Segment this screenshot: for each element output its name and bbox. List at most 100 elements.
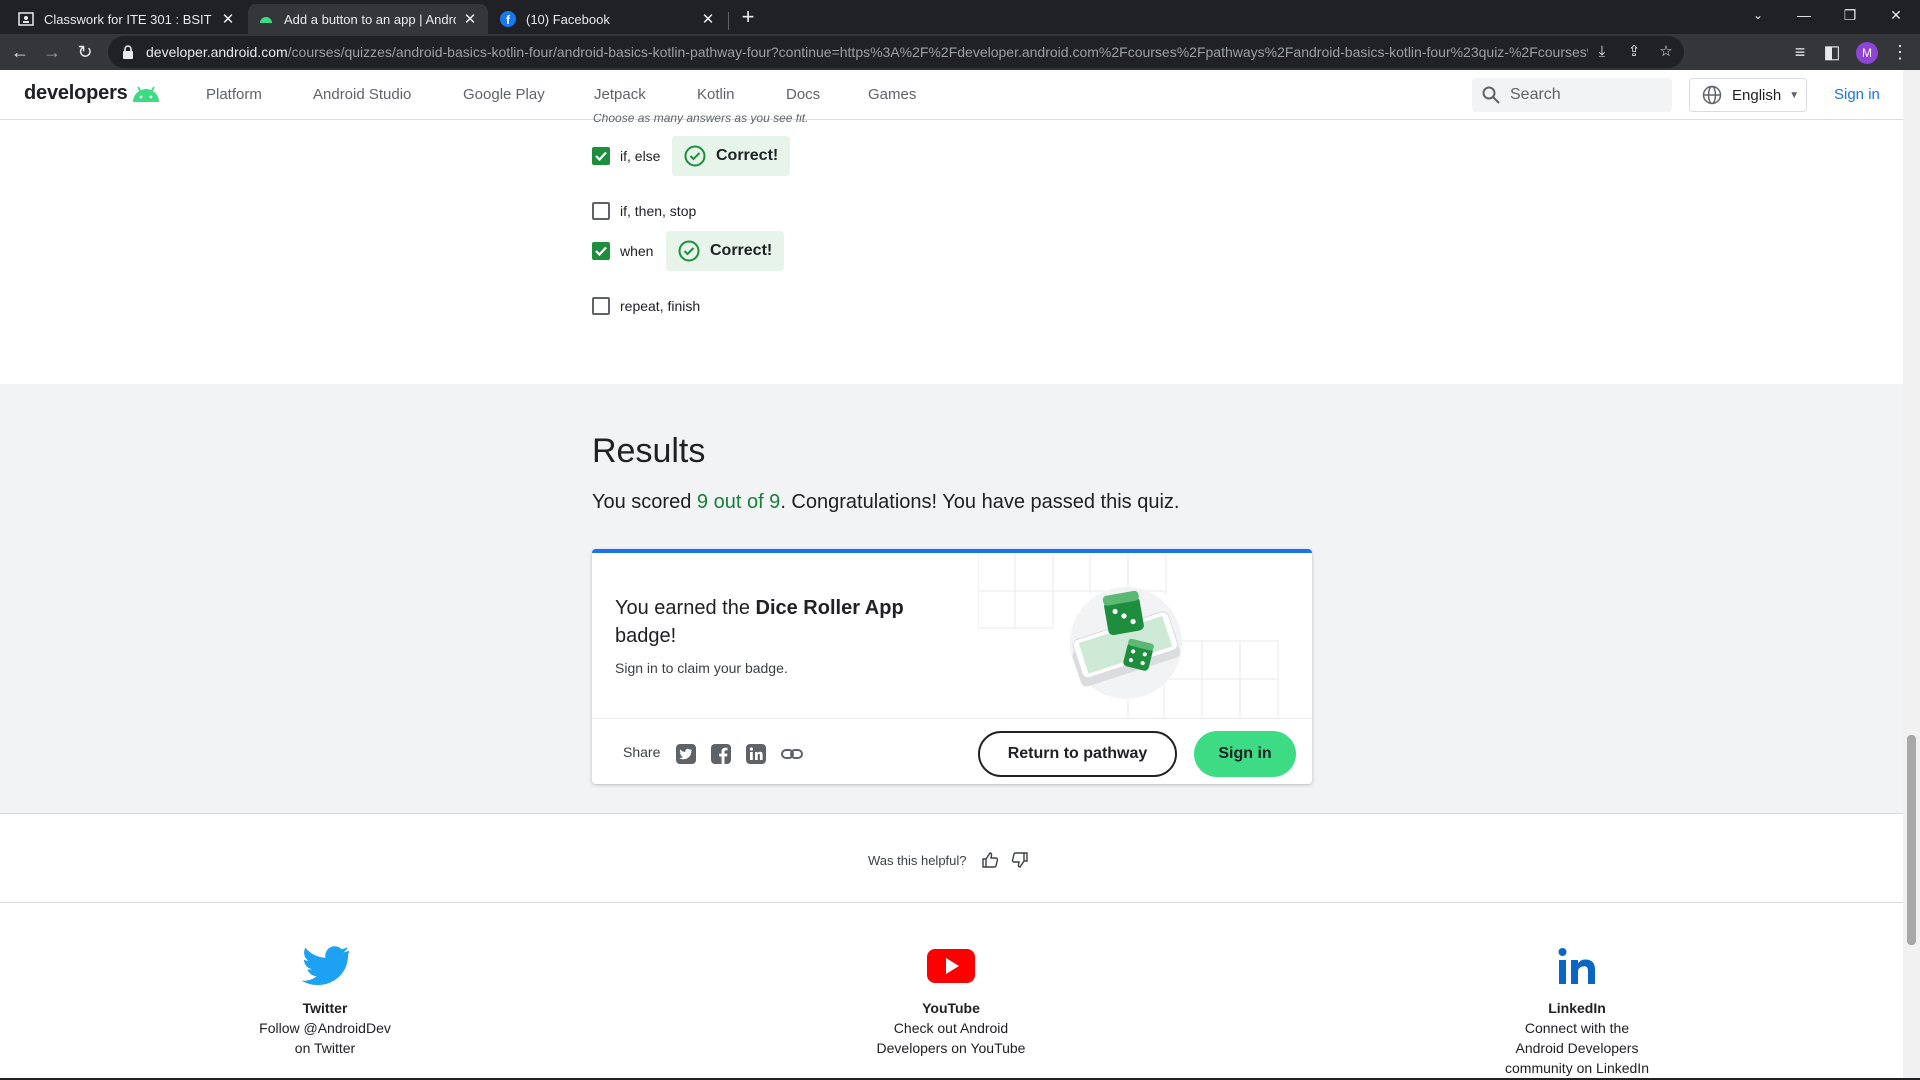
answer-option[interactable]: when: [592, 242, 653, 260]
card-divider: [592, 718, 1312, 719]
bookmark-star-icon[interactable]: ☆: [1652, 38, 1680, 66]
close-tab-icon[interactable]: ✕: [700, 10, 716, 28]
back-icon[interactable]: ←: [8, 40, 32, 64]
checkbox-unchecked[interactable]: [592, 202, 610, 220]
sign-in-button[interactable]: Sign in: [1194, 731, 1296, 777]
browser-tab-android[interactable]: Add a button to an app | Andro ✕: [248, 4, 488, 34]
badge-suffix: badge!: [615, 625, 677, 647]
dropdown-arrow-icon: ▼: [1789, 89, 1800, 101]
close-tab-icon[interactable]: ✕: [220, 10, 236, 28]
answer-label: if, else: [620, 148, 661, 164]
answer-label: if, then, stop: [620, 203, 697, 219]
share-label: Share: [623, 744, 661, 760]
check-circle-icon: [678, 240, 700, 262]
url-text[interactable]: developer.android.com/courses/quizzes/an…: [146, 44, 1588, 60]
answer-label: when: [620, 243, 654, 259]
tab-separator: [728, 12, 729, 30]
reload-icon[interactable]: ↻: [73, 40, 97, 64]
helpful-feedback: Was this helpful?: [868, 851, 1029, 869]
side-panel-icon[interactable]: ◧: [1820, 40, 1844, 64]
nav-platform[interactable]: Platform: [206, 86, 262, 103]
social-name: Twitter: [302, 1000, 348, 1016]
thumbs-up-icon[interactable]: [981, 851, 999, 869]
browser-tabstrip: Classwork for ITE 301 : BSIT 3-3 I ✕ Add…: [0, 0, 1920, 34]
correct-feedback: Correct!: [672, 136, 791, 176]
android-icon: [260, 17, 272, 23]
share-page-icon[interactable]: ⇪: [1620, 38, 1648, 66]
restore-icon[interactable]: ❐: [1827, 0, 1873, 30]
nav-docs[interactable]: Docs: [786, 86, 820, 103]
header-sign-in-link[interactable]: Sign in: [1834, 86, 1880, 103]
install-app-icon[interactable]: ⤓: [1588, 38, 1616, 66]
footer-linkedin[interactable]: LinkedIn Connect with the Android Develo…: [1467, 944, 1687, 1078]
logo-text: developers: [24, 82, 128, 104]
return-to-pathway-button[interactable]: Return to pathway: [978, 731, 1177, 777]
reading-list-icon[interactable]: ≡: [1788, 40, 1812, 64]
facebook-share-icon[interactable]: [710, 743, 732, 765]
language-select[interactable]: English ▼: [1689, 78, 1807, 112]
nav-games[interactable]: Games: [868, 86, 916, 103]
feedback-text: Correct!: [716, 147, 779, 164]
badge-prefix: You earned the: [615, 597, 756, 619]
linkedin-share-icon[interactable]: [745, 743, 767, 765]
youtube-icon: [927, 949, 975, 983]
nav-jetpack[interactable]: Jetpack: [594, 86, 646, 103]
badge-card: You earned the Dice Roller App badge! Si…: [592, 549, 1312, 784]
new-tab-button[interactable]: +: [736, 4, 760, 32]
developers-logo[interactable]: developers: [24, 82, 160, 105]
browser-tab-facebook[interactable]: f (10) Facebook ✕: [490, 4, 726, 34]
dice-badge-illustration: [978, 553, 1279, 718]
address-bar[interactable]: developer.android.com/courses/quizzes/an…: [108, 36, 1684, 68]
social-name: LinkedIn: [1548, 1000, 1606, 1016]
check-circle-icon: [684, 145, 706, 167]
linkedin-icon: [1558, 948, 1595, 984]
forward-icon[interactable]: →: [40, 40, 64, 64]
search-input[interactable]: [1510, 86, 1660, 104]
checkmark-icon: [595, 246, 607, 257]
tab-search-icon[interactable]: ⌄: [1735, 0, 1781, 30]
copy-link-icon[interactable]: [780, 743, 804, 765]
badge-earned-text: You earned the Dice Roller App badge!: [615, 594, 955, 650]
helpful-question: Was this helpful?: [868, 852, 967, 868]
social-desc: Connect with the Android Developers comm…: [1505, 1020, 1649, 1076]
search-box[interactable]: [1472, 78, 1672, 112]
answer-option[interactable]: if, then, stop: [592, 202, 696, 220]
scrollbar-thumb[interactable]: [1907, 735, 1916, 945]
menu-kebab-icon[interactable]: ⋮: [1888, 40, 1912, 64]
checkmark-icon: [595, 151, 607, 162]
checkbox-unchecked[interactable]: [592, 297, 610, 315]
tab-title: Add a button to an app | Andro: [284, 11, 456, 27]
nav-android-studio[interactable]: Android Studio: [313, 86, 411, 103]
language-label: English: [1732, 86, 1782, 104]
tab-title: Classwork for ITE 301 : BSIT 3-3 I: [44, 11, 214, 27]
answer-option[interactable]: if, else: [592, 147, 660, 165]
close-tab-icon[interactable]: ✕: [462, 10, 478, 28]
claim-text: Sign in to claim your badge.: [615, 660, 788, 676]
thumbs-down-icon[interactable]: [1011, 851, 1029, 869]
nav-kotlin[interactable]: Kotlin: [697, 86, 735, 103]
lock-icon[interactable]: [122, 45, 134, 59]
nav-google-play[interactable]: Google Play: [463, 86, 545, 103]
tab-title: (10) Facebook: [526, 11, 610, 27]
results-title: Results: [592, 432, 706, 470]
url-host: developer.android.com: [146, 44, 288, 60]
browser-tab-classwork[interactable]: Classwork for ITE 301 : BSIT 3-3 I ✕: [8, 4, 246, 34]
checkbox-checked[interactable]: [592, 242, 610, 260]
page-scrollbar[interactable]: [1903, 70, 1920, 1080]
checkbox-checked[interactable]: [592, 147, 610, 165]
window-close-icon[interactable]: ✕: [1873, 0, 1919, 30]
twitter-bird-icon: [301, 946, 349, 986]
score-text: You scored 9 out of 9. Congratulations! …: [592, 491, 1179, 514]
answer-option[interactable]: repeat, finish: [592, 297, 700, 315]
score-prefix: You scored: [592, 491, 697, 513]
profile-avatar[interactable]: M: [1856, 42, 1878, 64]
score-value: 9 out of 9: [696, 491, 781, 513]
correct-feedback: Correct!: [666, 231, 785, 271]
footer-youtube[interactable]: YouTube Check out Android Developers on …: [841, 944, 1061, 1058]
answer-label: repeat, finish: [620, 298, 701, 314]
facebook-icon: f: [500, 11, 516, 27]
social-desc: Follow @AndroidDev on Twitter: [259, 1020, 391, 1056]
twitter-share-icon[interactable]: [675, 743, 697, 765]
footer-twitter[interactable]: Twitter Follow @AndroidDev on Twitter: [215, 944, 435, 1058]
minimize-icon[interactable]: —: [1781, 0, 1827, 30]
